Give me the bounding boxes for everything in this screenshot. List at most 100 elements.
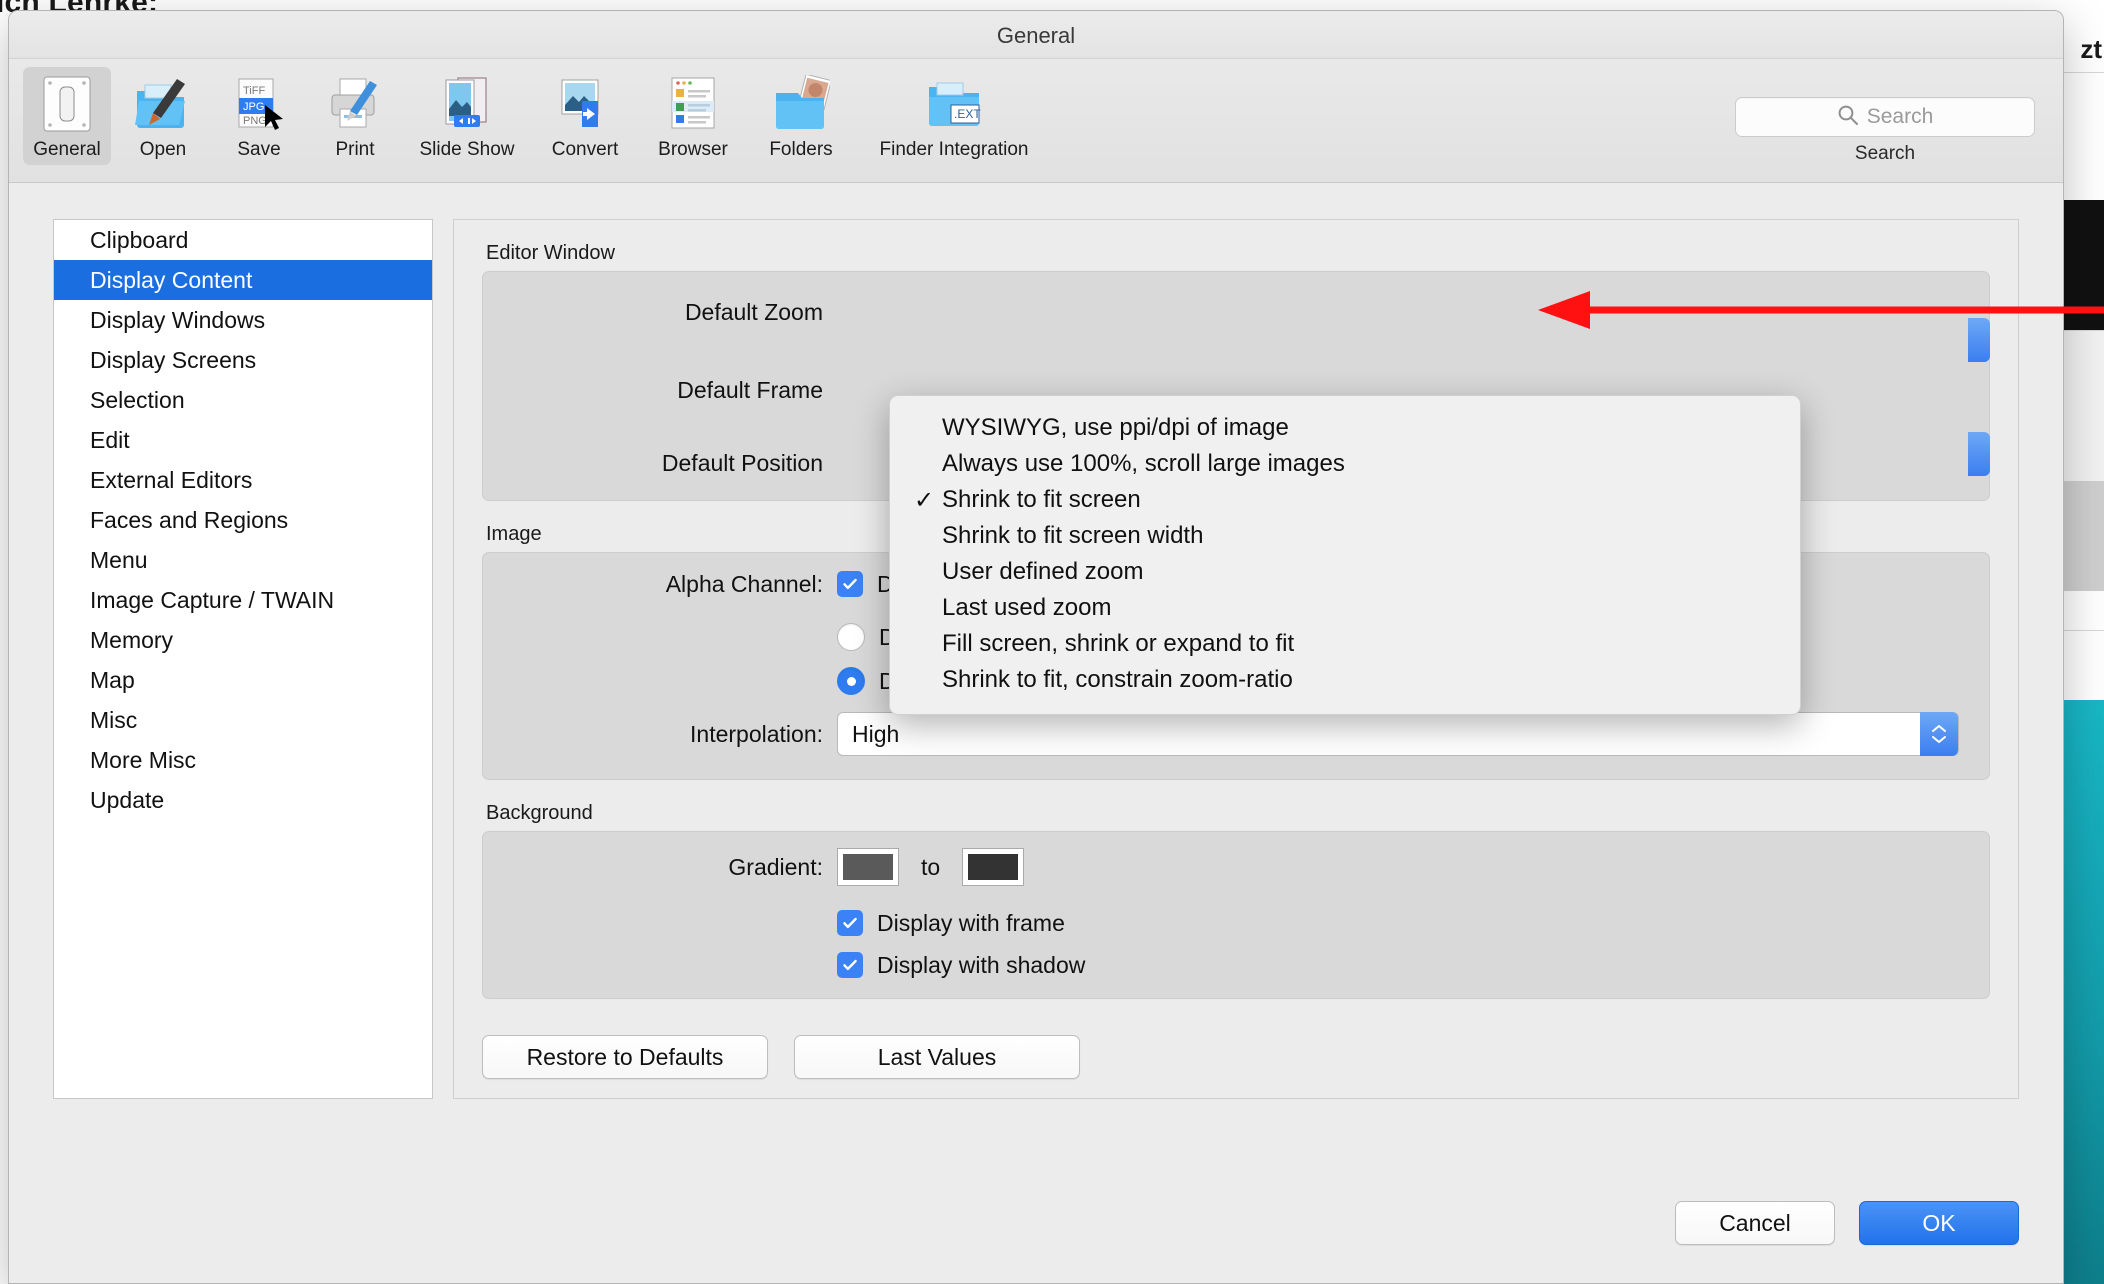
sidebar-item-label: Faces and Regions (90, 506, 289, 533)
menu-item-last-used-zoom[interactable]: Last used zoom (890, 590, 1800, 626)
sidebar-item-memory[interactable]: Memory (54, 620, 432, 660)
search-placeholder: Search (1866, 105, 1934, 128)
search-input[interactable]: Search (1735, 97, 2035, 137)
sidebar-item-more-misc[interactable]: More Misc (54, 740, 432, 780)
window-titlebar: General (9, 11, 2063, 59)
sidebar-item-update[interactable]: Update (54, 780, 432, 820)
toolbar-item-folders[interactable]: Folders (751, 67, 851, 165)
svg-text:PNG: PNG (243, 115, 267, 127)
sidebar-item-label: Memory (90, 626, 174, 653)
toolbar-item-print[interactable]: Print (311, 67, 399, 165)
background-group-label: Background (486, 802, 593, 824)
toolbar-item-label: General (33, 139, 101, 160)
interpolation-select[interactable]: High (837, 712, 1959, 756)
preferences-toolbar: General Open TiFF JPG PNG Save Print Sli… (9, 59, 2063, 183)
search-icon (1837, 104, 1859, 131)
restore-to-defaults-button[interactable]: Restore to Defaults (482, 1035, 768, 1079)
menu-item-label: Always use 100%, scroll large images (942, 450, 1345, 477)
menu-item-always-100[interactable]: Always use 100%, scroll large images (890, 446, 1800, 482)
toolbar-item-finder-integration[interactable]: .EXT Finder Integration (859, 67, 1049, 165)
gradient-from-color-well[interactable] (837, 848, 899, 886)
toolbar-item-label: Save (237, 139, 281, 160)
toolbar-item-convert[interactable]: Convert (535, 67, 635, 165)
sidebar-item-map[interactable]: Map (54, 660, 432, 700)
default-position-popup-stepper[interactable] (1968, 432, 1990, 476)
toolbar-search-area: Search Search (1735, 97, 2035, 165)
sidebar-item-faces-and-regions[interactable]: Faces and Regions (54, 500, 432, 540)
display-with-mask-checkbox[interactable] (837, 571, 863, 597)
sidebar-item-label: Display Content (90, 266, 253, 293)
dialog-button-bar: Cancel OK (1675, 1201, 2019, 1245)
sidebar-item-label: External Editors (90, 466, 253, 493)
annotation-arrow-icon (1538, 291, 2104, 329)
last-values-button[interactable]: Last Values (794, 1035, 1080, 1079)
menu-item-fill-screen[interactable]: Fill screen, shrink or expand to fit (890, 626, 1800, 662)
gradient-label: Gradient: (728, 853, 823, 880)
menu-item-label: Shrink to fit, constrain zoom-ratio (942, 666, 1293, 693)
menu-item-wysiwyg[interactable]: WYSIWYG, use ppi/dpi of image (890, 410, 1800, 446)
display-with-shadow-checkbox[interactable] (837, 952, 863, 978)
convert-arrow-icon (539, 73, 631, 135)
sidebar-item-menu[interactable]: Menu (54, 540, 432, 580)
sidebar-item-clipboard[interactable]: Clipboard (54, 220, 432, 260)
svg-text:JPG: JPG (243, 101, 264, 113)
menu-item-shrink-constrain-ratio[interactable]: Shrink to fit, constrain zoom-ratio (890, 662, 1800, 698)
sidebar-item-label: Misc (90, 706, 138, 733)
menu-item-shrink-to-fit-width[interactable]: Shrink to fit screen width (890, 518, 1800, 554)
sidebar-item-selection[interactable]: Selection (54, 380, 432, 420)
sidebar-item-label: Edit (90, 426, 130, 453)
sidebar-item-display-screens[interactable]: Display Screens (54, 340, 432, 380)
gradient-to-color-well[interactable] (962, 848, 1025, 886)
toolbar-item-browser[interactable]: Browser (643, 67, 743, 165)
display-with-frame-checkbox[interactable] (837, 910, 863, 936)
printer-icon (315, 73, 395, 135)
browser-list-icon (647, 73, 739, 135)
sidebar-item-label: Selection (90, 386, 185, 413)
sidebar-item-label: Image Capture / TWAIN (90, 586, 335, 613)
preferences-sidebar[interactable]: Clipboard Display Content Display Window… (53, 219, 433, 1099)
sidebar-item-display-content[interactable]: Display Content (54, 260, 432, 300)
sidebar-item-external-editors[interactable]: External Editors (54, 460, 432, 500)
default-zoom-popup-menu[interactable]: WYSIWYG, use ppi/dpi of image Always use… (889, 395, 1801, 715)
display-with-frame-label: Display with frame (877, 909, 1065, 936)
menu-item-shrink-to-fit-screen[interactable]: ✓ Shrink to fit screen (890, 482, 1800, 518)
alpha-black-radio[interactable] (837, 623, 865, 651)
menu-item-user-defined-zoom[interactable]: User defined zoom (890, 554, 1800, 590)
switch-panel-icon (27, 73, 107, 135)
sidebar-item-label: Update (90, 786, 165, 813)
window-title: General (996, 23, 1076, 48)
sidebar-item-display-windows[interactable]: Display Windows (54, 300, 432, 340)
ok-button[interactable]: OK (1859, 1201, 2019, 1245)
interpolation-stepper[interactable] (1920, 712, 1958, 756)
svg-text:.EXT: .EXT (954, 107, 981, 121)
toolbar-item-slide-show[interactable]: Slide Show (407, 67, 527, 165)
toolbar-item-open[interactable]: Open (119, 67, 207, 165)
open-folder-brush-icon (123, 73, 203, 135)
checkmark-icon: ✓ (914, 486, 935, 514)
svg-text:TiFF: TiFF (243, 85, 265, 97)
display-with-frame-row: Display with frame (483, 902, 1989, 944)
toolbar-item-general[interactable]: General (23, 67, 111, 165)
sidebar-item-label: Clipboard (90, 226, 189, 253)
menu-item-label: Shrink to fit screen width (942, 522, 1204, 549)
cancel-button[interactable]: Cancel (1675, 1201, 1835, 1245)
menu-item-label: Last used zoom (942, 594, 1112, 621)
sidebar-item-label: Menu (90, 546, 148, 573)
preferences-body: Clipboard Display Content Display Window… (9, 183, 2063, 1283)
gradient-to-label: to (921, 853, 941, 880)
toolbar-item-save[interactable]: TiFF JPG PNG Save (215, 67, 303, 165)
sidebar-item-edit[interactable]: Edit (54, 420, 432, 460)
sidebar-item-label: Map (90, 666, 135, 693)
display-with-shadow-row: Display with shadow (483, 944, 1989, 986)
finder-ext-icon: .EXT (863, 73, 1045, 135)
menu-item-label: WYSIWYG, use ppi/dpi of image (942, 414, 1289, 441)
toolbar-item-label: Print (335, 139, 375, 160)
background-group: Gradient: to Display with frame Display … (482, 831, 1990, 999)
toolbar-item-label: Browser (658, 139, 728, 160)
sidebar-item-image-capture-twain[interactable]: Image Capture / TWAIN (54, 580, 432, 620)
menu-item-label: Fill screen, shrink or expand to fit (942, 630, 1295, 657)
gradient-row: Gradient: to (483, 832, 1989, 902)
folders-photo-icon (755, 73, 847, 135)
sidebar-item-misc[interactable]: Misc (54, 700, 432, 740)
alpha-white-radio[interactable] (837, 667, 865, 695)
